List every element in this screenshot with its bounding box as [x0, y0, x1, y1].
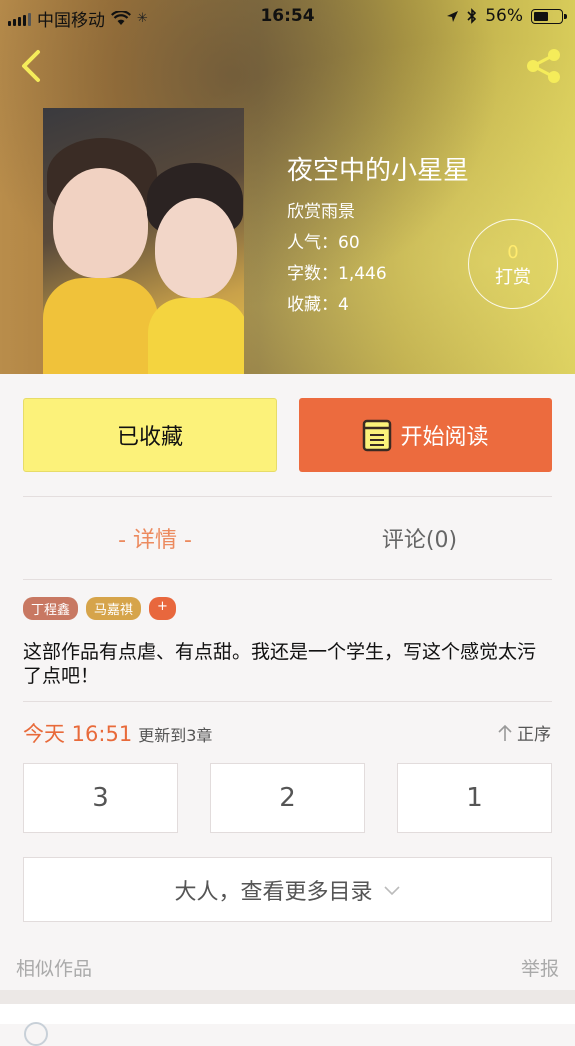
avatar [24, 1022, 48, 1046]
status-bar: 中国移动 ✳ 16:54 56% [0, 0, 575, 32]
book-description: 这部作品有点虐、有点甜。我还是一个学生，写这个感觉太污了点吧！ [23, 641, 537, 687]
start-reading-button[interactable]: 开始阅读 [299, 398, 552, 472]
book-word-count: 字数：1,446 [287, 264, 387, 284]
book-favorites: 收藏：4 [287, 295, 349, 315]
report-link[interactable]: 举报 [521, 954, 559, 981]
book-cover-image [43, 108, 244, 374]
book-author: 欣赏雨景 [287, 202, 355, 222]
battery-percent: 56% [485, 6, 523, 26]
chevron-left-icon [22, 50, 40, 82]
tag-chip[interactable]: 马嘉祺 [86, 597, 142, 620]
chapter-button[interactable]: 1 [397, 763, 552, 833]
update-info: 今天 16:51 更新到3章 [23, 718, 212, 748]
share-button[interactable] [523, 48, 565, 84]
tag-chip[interactable]: 丁程鑫 [23, 597, 79, 620]
favorited-label: 已收藏 [116, 425, 183, 450]
tip-count: 0 [507, 242, 519, 263]
add-tag-button[interactable]: + [149, 597, 176, 620]
book-info: 夜空中的小星星 欣赏雨景 人气：60 字数：1,446 收藏：4 [287, 150, 469, 321]
chapter-button[interactable]: 2 [210, 763, 365, 833]
tab-detail[interactable]: - 详情 - [23, 522, 287, 554]
book-title: 夜空中的小星星 [287, 156, 470, 186]
book-popularity: 人气：60 [287, 233, 360, 253]
divider [23, 701, 552, 702]
sort-order-button[interactable]: 正序 [497, 720, 551, 745]
divider [23, 579, 552, 580]
divider [23, 496, 552, 497]
section-divider [0, 990, 575, 1004]
tip-button[interactable]: 0 打赏 [468, 219, 558, 309]
tab-comments[interactable]: 评论(0) [287, 522, 552, 554]
start-reading-label: 开始阅读 [400, 425, 489, 450]
battery-icon [531, 8, 567, 24]
location-icon [447, 10, 459, 22]
share-icon [527, 49, 560, 83]
arrow-up-icon [498, 724, 512, 741]
book-icon [363, 419, 392, 452]
more-chapters-label: 大人，查看更多目录 [174, 879, 373, 905]
favorited-button[interactable]: 已收藏 [23, 398, 277, 472]
update-time: 今天 16:51 [23, 722, 133, 746]
tag-list: 丁程鑫 马嘉祺 + [23, 597, 176, 620]
tip-label: 打赏 [495, 267, 531, 288]
chapter-button[interactable]: 3 [23, 763, 178, 833]
similar-works-heading: 相似作品 [16, 958, 93, 980]
chevron-down-icon [383, 885, 400, 895]
update-text: 更新到3章 [138, 726, 213, 745]
back-button[interactable] [14, 48, 50, 84]
bluetooth-icon [467, 8, 477, 24]
sort-order-label: 正序 [517, 725, 551, 745]
more-chapters-button[interactable]: 大人，查看更多目录 [23, 857, 552, 922]
similar-work-card[interactable] [0, 1004, 575, 1046]
